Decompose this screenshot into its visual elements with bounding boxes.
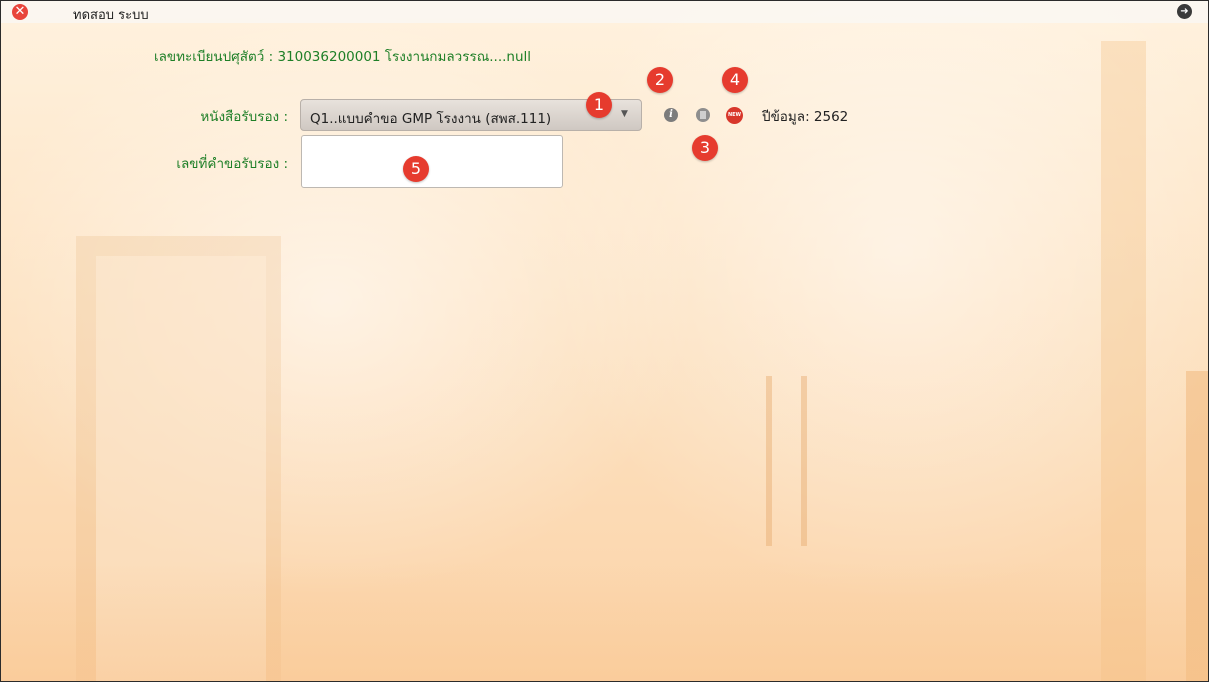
application-window: ✕ ทดสอบ ระบบ ➜ เลขทะเบียนปศุสัตว์ : 3100…: [0, 0, 1209, 682]
title-bar: ✕ ทดสอบ ระบบ ➜: [1, 1, 1208, 23]
info-icon[interactable]: i: [664, 108, 678, 122]
background-handle: [801, 376, 807, 546]
request-number-label: เลขที่คำขอรับรอง :: [176, 156, 288, 172]
callout-badge-1: 1: [586, 92, 612, 118]
background-handle: [766, 376, 772, 546]
request-number-input[interactable]: [301, 135, 563, 188]
window-title: ทดสอบ ระบบ: [73, 8, 149, 23]
new-icon[interactable]: NEW: [726, 107, 743, 124]
callout-badge-5: 5: [403, 156, 429, 182]
certificate-label: หนังสือรับรอง :: [200, 109, 288, 125]
building-icon[interactable]: [696, 108, 710, 122]
background-floor: [1, 561, 1208, 681]
callout-badge-2: 2: [647, 67, 673, 93]
data-year: ปีข้อมูล: 2562: [762, 109, 849, 125]
arrow-right-circle-icon[interactable]: ➜: [1177, 4, 1192, 19]
callout-badge-3: 3: [692, 135, 718, 161]
chevron-down-icon[interactable]: ▼: [621, 109, 628, 119]
close-icon[interactable]: ✕: [12, 4, 28, 20]
certificate-select-value: Q1..แบบคำขอ GMP โรงงาน (สพส.111): [310, 111, 552, 127]
callout-badge-4: 4: [722, 67, 748, 93]
registration-info: เลขทะเบียนปศุสัตว์ : 310036200001 โรงงาน…: [154, 49, 532, 65]
